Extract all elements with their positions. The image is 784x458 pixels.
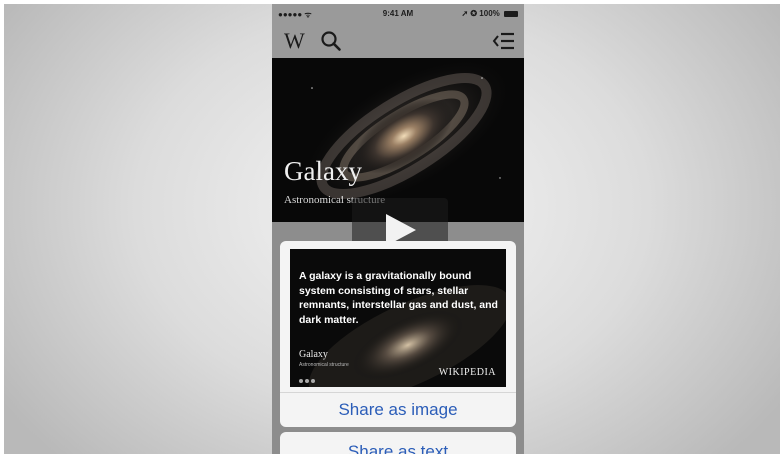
share-sheet: A galaxy is a gravitationally bound syst… [280, 241, 516, 427]
search-icon[interactable] [320, 30, 342, 52]
status-bar: ●●●●● ᯤ 9:41 AM ➚ ✪ 100% [272, 4, 524, 24]
wikipedia-wordmark: WIKIPEDIA [438, 367, 496, 378]
share-quote: A galaxy is a gravitationally bound syst… [299, 270, 498, 326]
status-right: ➚ ✪ 100% [461, 9, 518, 18]
card-license-icons [299, 370, 317, 387]
share-as-text-button[interactable]: Share as text [280, 432, 516, 454]
nav-bar: W [272, 24, 524, 58]
battery-icon [504, 10, 518, 17]
battery-label: ➚ ✪ 100% [461, 9, 500, 18]
card-subtitle: Astronomical structure [299, 362, 349, 368]
video-frame: ●●●●● ᯤ 9:41 AM ➚ ✪ 100% W Galaxy Astron… [4, 4, 780, 454]
share-preview-card: A galaxy is a gravitationally bound syst… [290, 249, 506, 387]
card-title: Galaxy [299, 349, 328, 360]
toc-icon[interactable] [492, 30, 516, 52]
share-as-image-button[interactable]: Share as image [280, 392, 516, 427]
wikipedia-logo[interactable]: W [284, 28, 305, 54]
article-title: Galaxy [284, 156, 362, 186]
